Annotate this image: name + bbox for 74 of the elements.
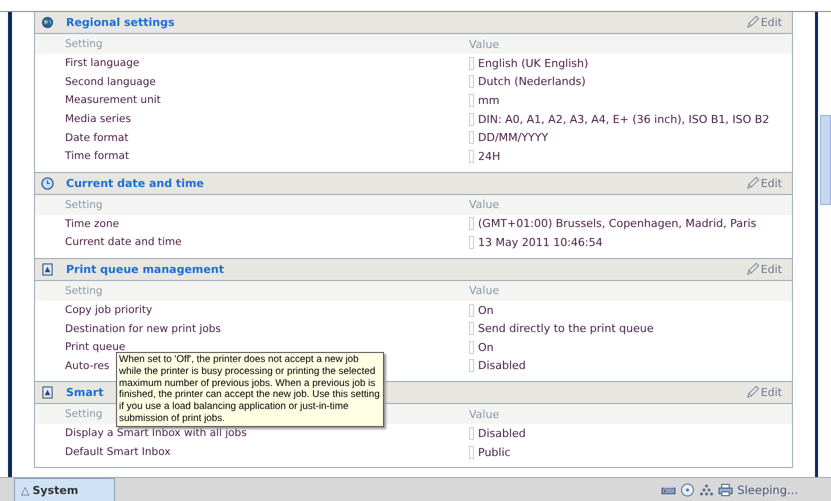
column-header: Value (469, 408, 500, 421)
setting-value: 24H (478, 150, 500, 163)
setting-label: First language (65, 57, 140, 70)
setting-label: Display a Smart Inbox with all jobs (65, 427, 247, 440)
edit-link[interactable]: Edit (744, 15, 782, 30)
setting-value: Disabled (478, 426, 526, 440)
value-marker (469, 426, 474, 440)
value-marker (469, 150, 474, 163)
value-marker (469, 131, 474, 144)
setting-value: Send directly to the print queue (478, 322, 654, 336)
setting-value: Dutch (Nederlands) (478, 75, 586, 88)
section-title: Print queue management (66, 262, 224, 276)
value-marker (469, 94, 474, 107)
edit-link[interactable]: Edit (744, 262, 782, 277)
setting-value: On (478, 304, 494, 317)
globe-icon (41, 16, 54, 29)
setting-value: DD/MM/YYYY (478, 131, 548, 144)
scrollbar[interactable] (815, 12, 831, 477)
disc-icon[interactable] (680, 482, 696, 496)
section-title: Current date and time (66, 176, 204, 190)
pencil-icon (744, 262, 760, 277)
value-marker (469, 217, 474, 230)
column-header: Setting (65, 38, 103, 50)
column-header: Setting (65, 198, 103, 211)
column-header: Value (469, 198, 500, 212)
value-marker (469, 56, 474, 70)
setting-label: Auto-res (65, 360, 110, 372)
value-marker (469, 75, 474, 88)
setting-value: Disabled (478, 359, 526, 372)
setting-label: Measurement unit (65, 94, 161, 106)
column-header: Setting (65, 284, 103, 297)
section-title: Smart (66, 386, 104, 400)
setting-value: Public (478, 446, 511, 459)
setting-label: Default Smart Inbox (65, 446, 171, 458)
system-tab[interactable]: △ System (14, 478, 115, 501)
pencil-icon (744, 15, 760, 30)
value-marker (469, 236, 474, 249)
setting-value: (GMT+01:00) Brussels, Copenhagen, Madrid, Paris (478, 217, 756, 230)
setting-label: Media series (65, 113, 131, 126)
printer-status: Sleeping... (737, 482, 798, 496)
clock-icon (41, 176, 54, 190)
document-icon (41, 262, 54, 276)
document-icon (41, 386, 54, 400)
setting-label: Print queue (65, 341, 126, 354)
setting-label: Second language (65, 76, 156, 88)
tooltip: When set to 'Off', the printer does not accept a new job while the printer is busy processing or printing the selected maximum number of previous jobs. When a previous job is finished, the printer can accept the new job. Use this setting if you use a load balancing application or just-in-time submission of print jobs. (116, 352, 384, 427)
setting-value: 13 May 2011 10:46:54 (478, 236, 603, 249)
edit-link[interactable]: Edit (744, 385, 782, 400)
setting-value: On (478, 340, 494, 354)
printer-icon[interactable] (718, 482, 734, 496)
setting-label: Destination for new print jobs (65, 322, 221, 335)
value-marker (469, 304, 474, 317)
section-title: Regional settings (66, 16, 175, 29)
network-icon[interactable] (699, 482, 714, 496)
setting-label: Current date and time (65, 236, 182, 248)
edit-link[interactable]: Edit (744, 176, 782, 191)
pencil-icon (744, 176, 760, 191)
column-header: Setting (65, 408, 103, 420)
column-header: Value (469, 284, 500, 298)
pencil-icon (744, 385, 760, 400)
value-marker (469, 112, 474, 126)
setting-value: English (UK English) (478, 56, 588, 70)
setting-label: Copy job priority (65, 304, 152, 316)
value-marker (469, 322, 474, 336)
scrollbar-thumb[interactable] (820, 115, 831, 205)
value-marker (469, 340, 474, 354)
setting-label: Time format (65, 150, 130, 162)
value-marker (469, 359, 474, 372)
setting-label: Date format (65, 132, 128, 144)
column-header: Value (469, 38, 500, 50)
setting-label: Time zone (65, 218, 120, 230)
setting-value: DIN: A0, A1, A2, A3, A4, E+ (36 inch), ISO B1, ISO B2 (478, 112, 770, 126)
setting-value: mm (478, 94, 500, 107)
value-marker (469, 446, 474, 459)
